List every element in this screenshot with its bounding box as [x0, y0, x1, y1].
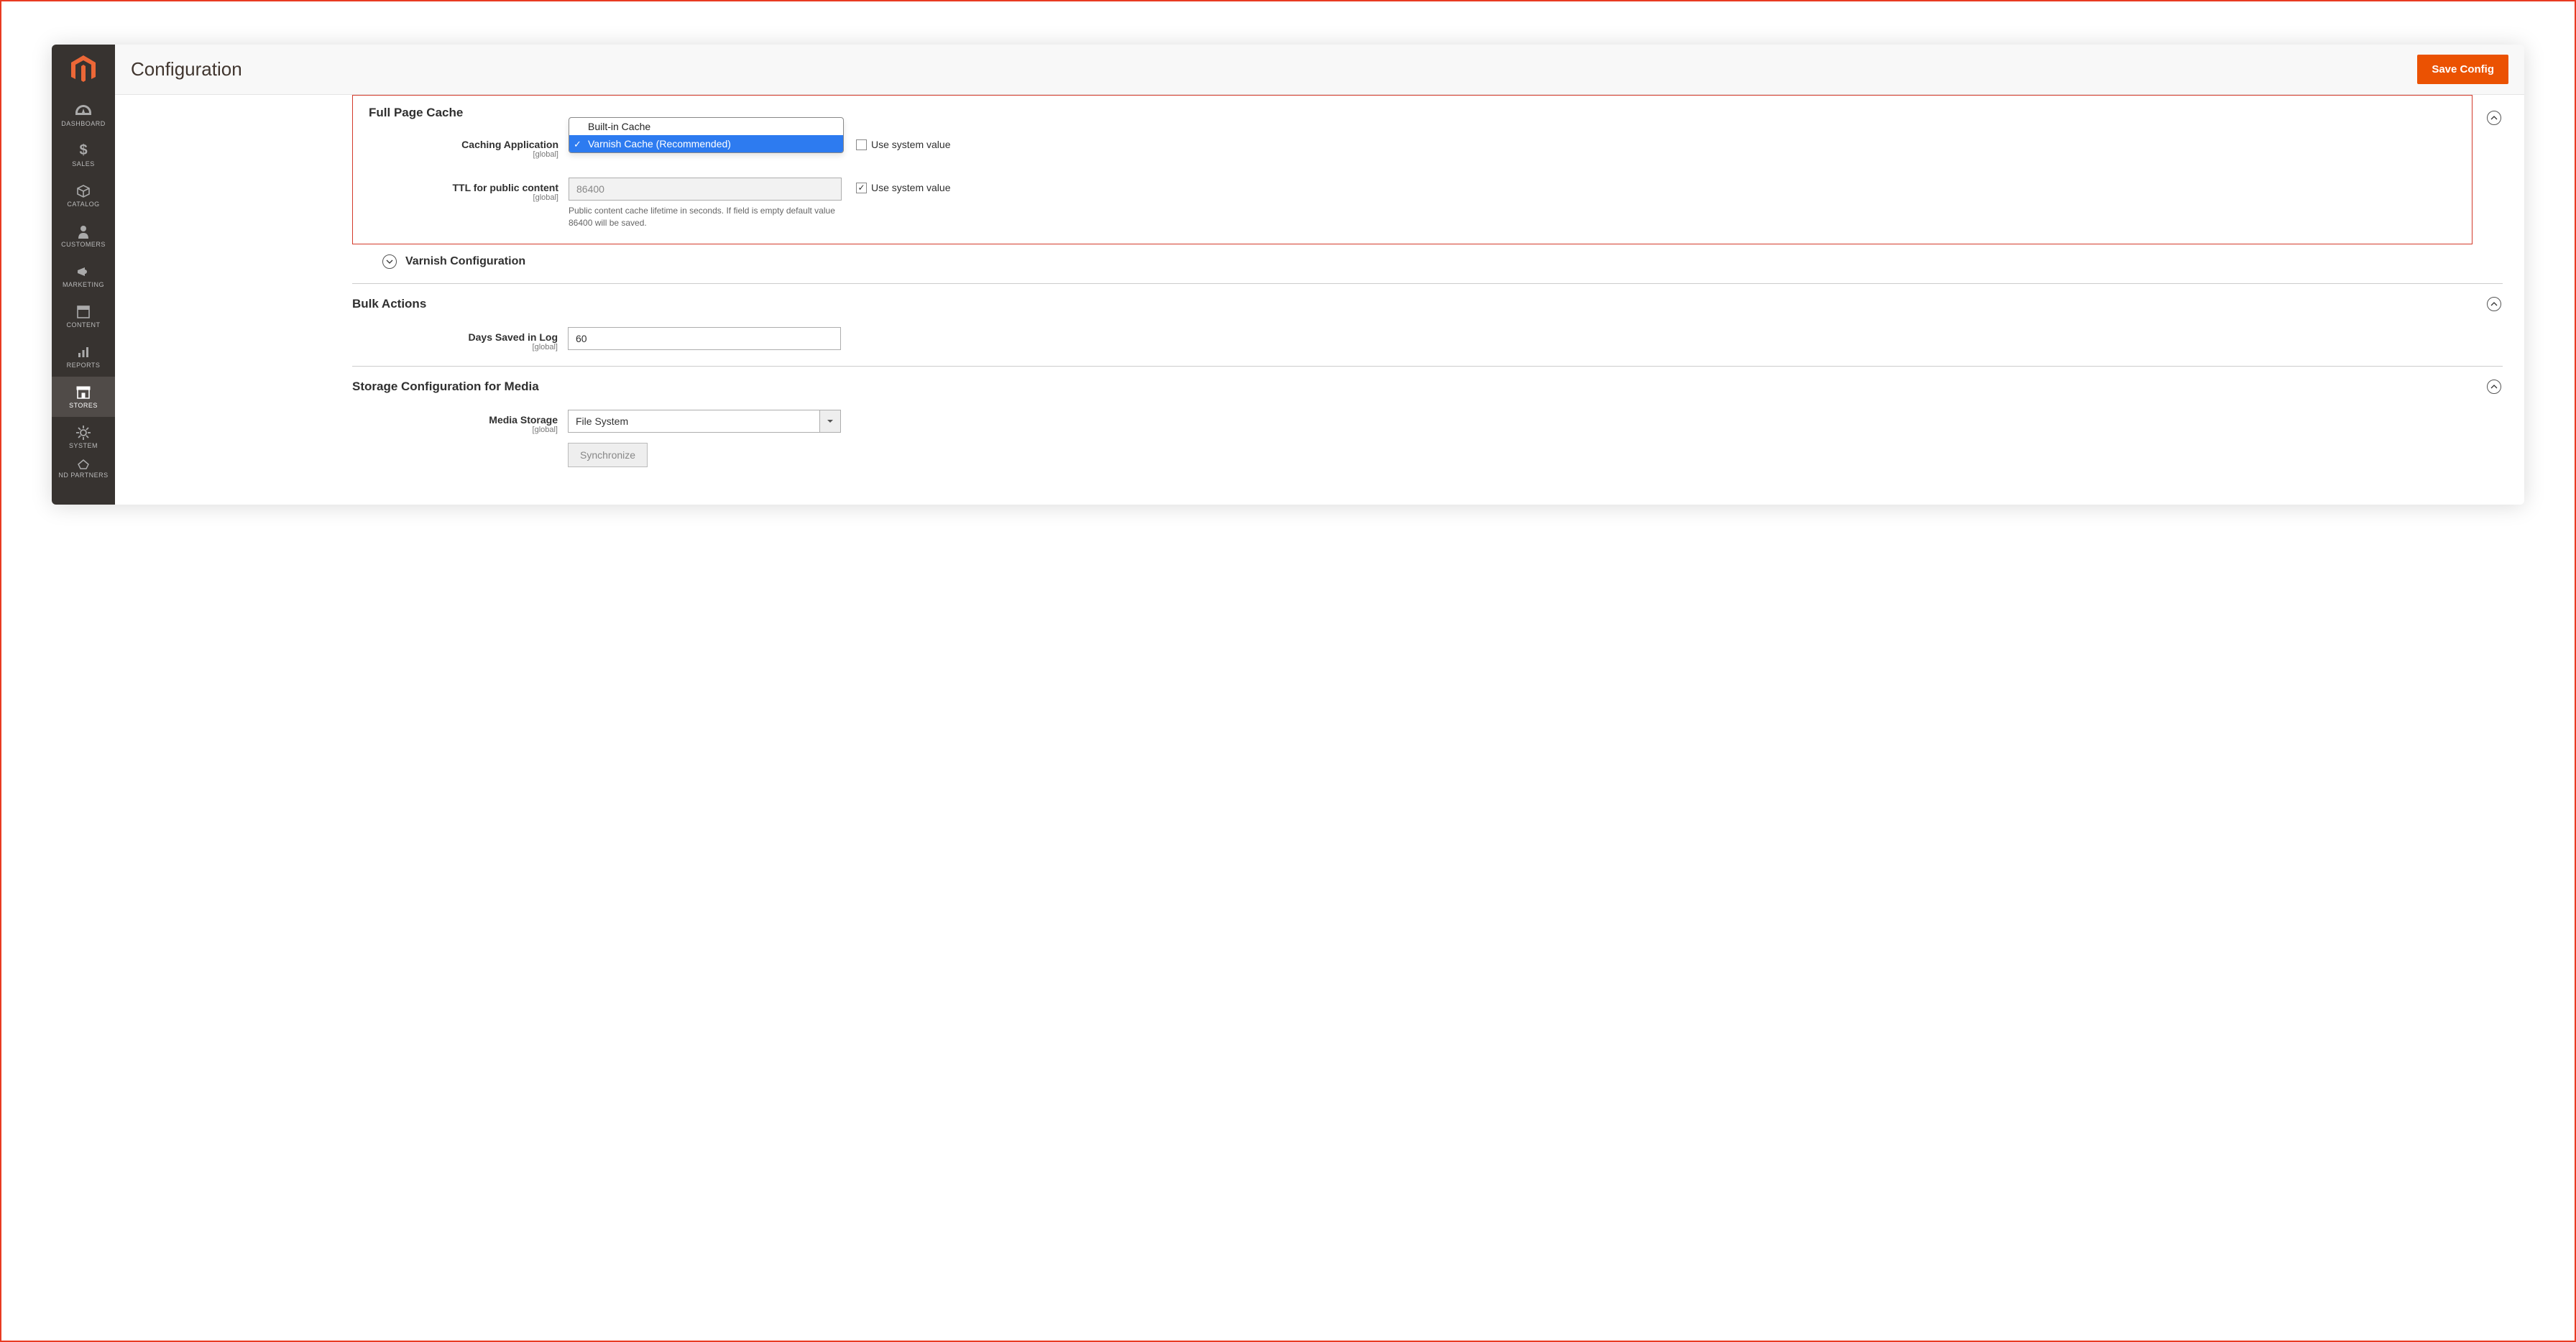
- stores-icon: [76, 385, 91, 400]
- media-storage-value: File System: [568, 410, 819, 433]
- sidebar-label: CATALOG: [67, 201, 99, 208]
- chevron-down-icon: [386, 258, 393, 265]
- topbar: Configuration Save Config: [115, 45, 2524, 95]
- content-area: Full Page Cache Caching Application [glo…: [115, 95, 2524, 505]
- expand-varnish-config[interactable]: [382, 254, 397, 269]
- label-col-empty: [352, 443, 568, 447]
- ttl-input: [569, 178, 842, 201]
- collapse-full-page-cache[interactable]: [2487, 111, 2501, 125]
- days-in-log-input[interactable]: [568, 327, 841, 350]
- magento-logo-icon: [71, 55, 96, 84]
- page-title: Configuration: [131, 58, 242, 81]
- sidebar-item-sales[interactable]: $ SALES: [52, 135, 115, 175]
- days-in-log-row: Days Saved in Log [global]: [352, 323, 2503, 356]
- catalog-icon: [76, 183, 91, 199]
- label-col: Media Storage [global]: [352, 410, 568, 434]
- caching-application-label: Caching Application: [353, 139, 558, 150]
- partners-icon: [76, 459, 91, 470]
- varnish-config-title: Varnish Configuration: [405, 255, 525, 268]
- media-storage-select[interactable]: File System: [568, 410, 841, 433]
- ttl-label: TTL for public content: [353, 182, 558, 193]
- sidebar-item-marketing[interactable]: MARKETING: [52, 256, 115, 296]
- media-storage-input-col: File System: [568, 410, 841, 433]
- dollar-icon: $: [79, 143, 87, 159]
- ttl-input-col: Public content cache lifetime in seconds…: [569, 178, 842, 229]
- chevron-up-icon: [2490, 114, 2498, 121]
- main-panel: Configuration Save Config Full Page Cach…: [115, 45, 2524, 505]
- content-icon: [77, 304, 90, 320]
- sidebar-item-stores[interactable]: STORES: [52, 377, 115, 417]
- synchronize-button[interactable]: Synchronize: [568, 443, 648, 467]
- caching-app-use-system-label: Use system value: [871, 139, 950, 150]
- chevron-up-icon: [2490, 300, 2498, 308]
- ttl-scope: [global]: [353, 193, 558, 202]
- full-page-cache-highlight: Full Page Cache Caching Application [glo…: [352, 95, 2472, 244]
- sidebar-item-catalog[interactable]: CATALOG: [52, 175, 115, 216]
- sidebar-item-content[interactable]: CONTENT: [52, 296, 115, 336]
- ttl-use-system-col: Use system value: [842, 178, 950, 193]
- media-storage-dropdown-button[interactable]: [819, 410, 841, 433]
- sidebar-label: REPORTS: [67, 362, 101, 369]
- customers-icon: [77, 224, 90, 239]
- varnish-config-row[interactable]: Varnish Configuration: [352, 244, 2503, 283]
- outer-red-frame: DASHBOARD $ SALES CATALOG CUSTOMERS: [0, 0, 2576, 1342]
- dropdown-option-builtin[interactable]: Built-in Cache: [569, 118, 843, 135]
- caret-down-icon: [827, 418, 834, 425]
- section-bulk-actions[interactable]: Bulk Actions: [352, 283, 2503, 323]
- caching-application-scope: [global]: [353, 150, 558, 159]
- sidebar-label: MARKETING: [63, 282, 104, 289]
- days-in-log-scope: [global]: [352, 343, 558, 351]
- check-icon: ✓: [574, 139, 581, 150]
- admin-sidebar: DASHBOARD $ SALES CATALOG CUSTOMERS: [52, 45, 115, 505]
- sidebar-label: ND PARTNERS: [58, 472, 108, 479]
- caching-app-use-system-checkbox[interactable]: [856, 139, 867, 150]
- reports-icon: [77, 344, 90, 360]
- sidebar-label: SYSTEM: [69, 443, 98, 450]
- sidebar-item-dashboard[interactable]: DASHBOARD: [52, 95, 115, 135]
- sidebar-label: CUSTOMERS: [61, 242, 106, 249]
- sidebar-item-reports[interactable]: REPORTS: [52, 336, 115, 377]
- label-col: TTL for public content [global]: [353, 178, 569, 202]
- sidebar-label: SALES: [72, 161, 95, 168]
- synchronize-col: Synchronize: [568, 443, 841, 467]
- bulk-actions-title: Bulk Actions: [352, 297, 426, 311]
- sidebar-label: DASHBOARD: [61, 121, 106, 128]
- media-storage-scope: [global]: [352, 426, 558, 434]
- megaphone-icon: [76, 264, 91, 280]
- days-in-log-input-col: [568, 327, 841, 350]
- save-config-button[interactable]: Save Config: [2417, 55, 2508, 84]
- synchronize-row: Synchronize: [352, 438, 2503, 472]
- ttl-row: TTL for public content [global] Public c…: [353, 163, 2472, 234]
- gear-icon: [76, 425, 91, 441]
- days-in-log-label: Days Saved in Log: [352, 331, 558, 343]
- ttl-use-system-checkbox[interactable]: [856, 183, 867, 193]
- content-inner: Full Page Cache Caching Application [glo…: [352, 95, 2524, 472]
- caching-application-row: Caching Application [global] Built-in Ca…: [353, 130, 2472, 163]
- sidebar-label: CONTENT: [67, 322, 101, 329]
- storage-media-title: Storage Configuration for Media: [352, 380, 539, 394]
- dropdown-option-varnish[interactable]: ✓ Varnish Cache (Recommended): [569, 135, 843, 152]
- sidebar-item-system[interactable]: SYSTEM: [52, 417, 115, 457]
- ttl-use-system-label: Use system value: [871, 182, 950, 193]
- label-col: Days Saved in Log [global]: [352, 327, 568, 351]
- caching-application-dropdown[interactable]: Built-in Cache ✓ Varnish Cache (Recommen…: [569, 117, 844, 153]
- collapse-storage-media[interactable]: [2487, 380, 2501, 394]
- caching-app-use-system-col: Use system value: [842, 134, 950, 150]
- label-col: Caching Application [global]: [353, 134, 569, 159]
- dropdown-option-varnish-label: Varnish Cache (Recommended): [588, 138, 731, 150]
- collapse-bulk-actions[interactable]: [2487, 297, 2501, 311]
- app-window: DASHBOARD $ SALES CATALOG CUSTOMERS: [52, 45, 2524, 505]
- chevron-up-icon: [2490, 383, 2498, 390]
- media-storage-label: Media Storage: [352, 414, 558, 426]
- sidebar-item-partners[interactable]: ND PARTNERS: [52, 457, 115, 480]
- sidebar-item-customers[interactable]: CUSTOMERS: [52, 216, 115, 256]
- dashboard-icon: [75, 103, 91, 119]
- magento-logo: [52, 45, 115, 95]
- section-storage-media[interactable]: Storage Configuration for Media: [352, 366, 2503, 405]
- caching-application-input-col: Built-in Cache ✓ Varnish Cache (Recommen…: [569, 134, 842, 157]
- ttl-help-text: Public content cache lifetime in seconds…: [569, 201, 842, 229]
- sidebar-label: STORES: [69, 403, 98, 410]
- media-storage-row: Media Storage [global] File System: [352, 405, 2503, 438]
